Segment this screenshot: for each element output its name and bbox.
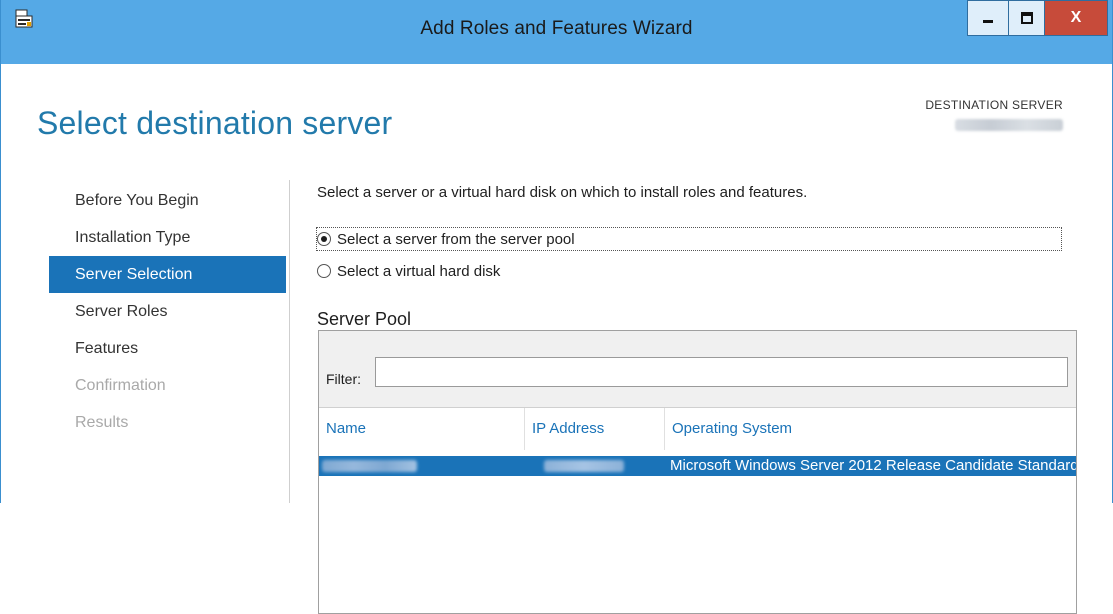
virtual-disk-radio-label: Select a virtual hard disk	[337, 262, 501, 280]
maximize-icon	[1020, 12, 1033, 24]
column-header-ip-address[interactable]: IP Address	[524, 408, 664, 450]
nav-item-server-selection[interactable]: Server Selection	[49, 256, 286, 293]
column-header-name[interactable]: Name	[319, 408, 524, 450]
window-title: Add Roles and Features Wizard	[420, 18, 693, 39]
nav-item-installation-type[interactable]: Installation Type	[49, 219, 286, 256]
table-cell-os: Microsoft Windows Server 2012 Release Ca…	[670, 457, 1076, 474]
nav-item-confirmation: Confirmation	[75, 377, 166, 394]
filter-input[interactable]	[375, 357, 1068, 387]
minimize-button[interactable]	[967, 0, 1009, 36]
title-bar[interactable]: Add Roles and Features Wizard X	[1, 0, 1112, 64]
ip-address-redacted	[544, 460, 624, 472]
virtual-disk-radio[interactable]: Select a virtual hard disk	[317, 260, 500, 282]
server-name-redacted	[322, 460, 417, 472]
server-pool-radio-label: Select a server from the server pool	[337, 230, 575, 248]
nav-item-features[interactable]: Features	[49, 330, 286, 367]
server-pool-box: Filter: Name IP Address Operating System…	[318, 330, 1077, 614]
page-title: Select destination server	[37, 105, 393, 141]
server-pool-radio[interactable]: Select a server from the server pool	[316, 227, 1062, 251]
wizard-content: Select destination server DESTINATION SE…	[2, 64, 1111, 614]
filter-label: Filter:	[326, 371, 361, 387]
minimize-icon	[983, 20, 993, 23]
table-row[interactable]: Microsoft Windows Server 2012 Release Ca…	[319, 456, 1076, 476]
nav-item-results: Results	[75, 414, 129, 431]
nav-item-server-roles[interactable]: Server Roles	[49, 293, 286, 330]
maximize-button[interactable]	[1009, 0, 1045, 36]
filter-area: Filter:	[319, 331, 1076, 408]
close-button[interactable]: X	[1045, 0, 1108, 36]
column-header-operating-system[interactable]: Operating System	[664, 408, 1076, 450]
nav-item-before-you-begin[interactable]: Before You Begin	[49, 182, 286, 219]
wizard-nav: Before You Begin Installation Type Serve…	[49, 182, 286, 441]
destination-server-name-redacted	[955, 119, 1063, 131]
wizard-window: Add Roles and Features Wizard X Select d…	[0, 0, 1113, 614]
radio-unchecked-icon	[317, 264, 331, 278]
table-header: Name IP Address Operating System	[319, 408, 1076, 450]
nav-divider	[289, 180, 290, 503]
radio-checked-icon	[317, 232, 331, 246]
destination-server-label: DESTINATION SERVER	[925, 98, 1063, 112]
close-icon: X	[1070, 9, 1082, 26]
instruction-text: Select a server or a virtual hard disk o…	[317, 184, 808, 201]
server-pool-heading: Server Pool	[317, 309, 412, 329]
